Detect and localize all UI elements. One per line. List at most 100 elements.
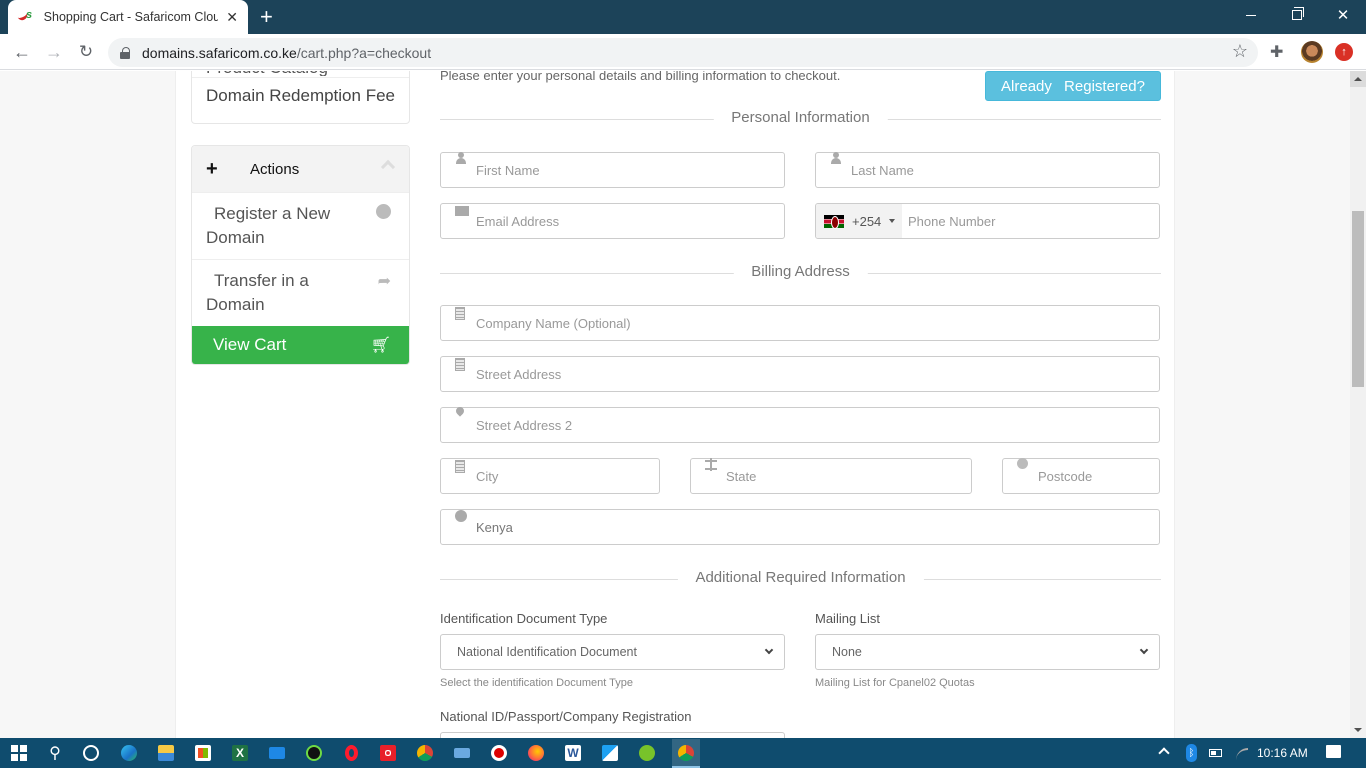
restore-button[interactable] [1274,0,1320,30]
id-type-selected: National Identification Document [457,645,637,659]
windows-taskbar: ⚲ X W ᛒ 10:16 AM [0,738,1366,768]
chrome-icon[interactable] [414,742,436,764]
building-icon [455,460,465,473]
postcode-input[interactable] [1038,459,1149,493]
actions-title: Actions [250,160,300,178]
phone-input[interactable] [908,204,1159,238]
postcode-field[interactable] [1002,458,1160,494]
cortana-icon[interactable] [80,742,102,764]
country-select[interactable] [476,510,1149,544]
last-name-field[interactable] [815,152,1160,188]
mailing-list-select[interactable]: None [815,634,1160,670]
close-window-button[interactable]: ✕ [1320,0,1366,30]
actions-panel: + Actions Register a New Domain Transfer… [191,145,410,365]
envelope-icon [455,206,469,216]
national-id-label: National ID/Passport/Company Registratio… [440,709,692,724]
city-field[interactable] [440,458,660,494]
email-field[interactable] [440,203,785,239]
store-icon[interactable] [192,742,214,764]
mail-icon[interactable] [266,742,288,764]
country-field[interactable] [440,509,1160,545]
page-scrollbar[interactable] [1350,71,1366,738]
category-item-partial[interactable]: Product Catalog [206,71,328,76]
street-address-2-field[interactable] [440,407,1160,443]
browser-toolbar: ← → ↻ domains.safaricom.co.ke/cart.php?a… [0,34,1366,70]
category-item-domain-redemption[interactable]: Domain Redemption Fee [206,86,395,106]
last-name-input[interactable] [851,153,1149,187]
target-app-icon[interactable] [377,742,399,764]
search-icon[interactable]: ⚲ [44,742,66,764]
chevron-up-icon[interactable] [380,159,396,175]
company-input[interactable] [476,306,1149,340]
signpost-icon [705,458,717,472]
shopping-cart-icon: 🛒︎ [370,337,391,354]
safaricom-favicon-icon: s [17,9,36,24]
lock-icon[interactable] [120,46,130,59]
chrome-active-icon[interactable] [672,739,700,768]
email-input[interactable] [476,204,774,238]
first-name-field[interactable] [440,152,785,188]
section-title: Personal Information [713,109,888,126]
address-bar[interactable]: domains.safaricom.co.ke/cart.php?a=check… [108,38,1258,67]
clock[interactable]: 10:16 AM [1257,738,1308,768]
url-text[interactable]: domains.safaricom.co.ke/cart.php?a=check… [142,45,431,61]
scroll-down-arrow-icon[interactable] [1350,722,1366,738]
wifi-icon[interactable] [1236,748,1248,760]
minimize-button[interactable] [1228,0,1274,30]
firefox-icon[interactable] [525,742,547,764]
keyboard-icon[interactable] [451,742,473,764]
edge-icon[interactable] [118,742,140,764]
state-input[interactable] [726,459,961,493]
browser-tab[interactable]: s Shopping Cart - Safaricom Cloud ✕ [8,0,248,34]
show-hidden-icons-chevron-icon[interactable] [1158,747,1170,759]
chevron-down-icon [1139,645,1149,655]
screen-recorder-icon[interactable] [488,742,510,764]
phone-field[interactable]: +254 [815,203,1160,239]
scrollbar-thumb[interactable] [1352,211,1364,387]
back-arrow-icon[interactable]: ← [8,38,36,66]
update-arrow-icon[interactable]: ↑ [1335,43,1353,61]
street-address-input[interactable] [476,357,1149,391]
action-register-domain[interactable]: Register a New Domain [192,192,409,259]
action-label: Transfer in a Domain [206,271,309,314]
utorrent-icon[interactable] [636,742,658,764]
new-tab-button[interactable]: + [260,4,273,30]
chevron-down-icon [764,645,774,655]
mailing-list-selected: None [832,645,862,659]
building-icon [455,307,465,320]
plus-icon: + [206,157,218,180]
action-transfer-domain[interactable]: Transfer in a Domain ➦ [192,259,409,326]
excel-icon[interactable]: X [229,742,251,764]
scroll-up-arrow-icon[interactable] [1350,71,1366,87]
profile-avatar[interactable] [1301,41,1323,63]
first-name-input[interactable] [476,153,774,187]
action-view-cart[interactable]: View Cart 🛒︎ [192,326,409,364]
notifications-icon[interactable] [1326,745,1341,758]
extensions-puzzle-icon[interactable]: ✚ [1270,42,1283,62]
state-field[interactable] [690,458,972,494]
windows-start-icon[interactable] [8,742,30,764]
reload-icon[interactable]: ↻ [72,38,100,66]
company-field[interactable] [440,305,1160,341]
upwork-icon[interactable] [303,742,325,764]
city-input[interactable] [476,459,649,493]
file-explorer-icon[interactable] [155,742,177,764]
bluetooth-icon[interactable]: ᛒ [1186,744,1197,762]
browser-tabstrip: s Shopping Cart - Safaricom Cloud ✕ + ✕ [0,0,1366,34]
app-a-icon[interactable] [599,742,621,764]
tab-close-icon[interactable]: ✕ [226,9,238,26]
opera-icon[interactable] [340,742,362,764]
battery-icon[interactable] [1209,749,1222,757]
bookmark-star-icon[interactable]: ☆ [1232,41,1248,62]
actions-panel-header[interactable]: + Actions [192,146,409,192]
country-code-dropdown[interactable]: +254 [816,204,902,238]
id-type-select[interactable]: National Identification Document [440,634,785,670]
categories-panel: Product Catalog Domain Redemption Fee [191,71,410,124]
caret-down-icon [889,219,896,223]
already-registered-button[interactable]: Already Registered? [985,71,1161,101]
street-address-2-input[interactable] [476,408,1149,442]
forward-arrow-icon[interactable]: → [40,38,68,66]
mailing-list-label: Mailing List [815,611,881,626]
street-address-field[interactable] [440,356,1160,392]
word-icon[interactable]: W [562,742,584,764]
